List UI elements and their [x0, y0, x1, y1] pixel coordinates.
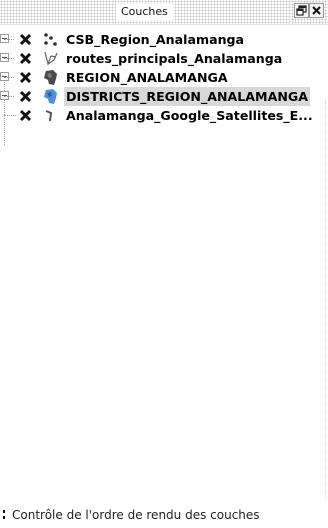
tree-connector	[4, 39, 14, 40]
render-order-label: Contrôle de l'ordre de rendu des couches	[12, 508, 260, 522]
layer-label: DISTRICTS_REGION_ANALAMANGA	[64, 87, 310, 106]
close-icon[interactable]	[309, 3, 324, 18]
tree-connector	[4, 77, 14, 78]
layer-visibility-checkbox[interactable]	[18, 108, 33, 123]
render-order-control[interactable]: Contrôle de l'ordre de rendu des couches	[0, 503, 328, 528]
raster-layer-icon	[45, 110, 53, 122]
layer-row[interactable]: routes_principals_Analamanga	[0, 49, 324, 68]
layer-row[interactable]: CSB_Region_Analamanga	[0, 30, 324, 49]
float-window-icon[interactable]	[294, 3, 309, 18]
tree-connector	[4, 58, 14, 59]
layer-label: Analamanga_Google_Satellites_E...	[66, 108, 313, 123]
tree-connector	[4, 115, 16, 116]
render-order-checkbox[interactable]	[2, 509, 8, 521]
polygon-layer-icon	[44, 70, 57, 85]
polygon-layer-icon	[44, 89, 57, 104]
layer-label: routes_principals_Analamanga	[66, 51, 283, 66]
layers-panel: Couches CSB_Region_Analamanga routes_pri…	[0, 0, 328, 528]
layer-visibility-checkbox[interactable]	[18, 70, 33, 85]
layer-label: CSB_Region_Analamanga	[66, 32, 245, 47]
panel-divider	[325, 100, 326, 500]
panel-title: Couches	[116, 4, 173, 20]
layer-visibility-checkbox[interactable]	[18, 51, 33, 66]
point-layer-icon	[44, 33, 57, 46]
layer-label: REGION_ANALAMANGA	[66, 70, 228, 85]
layer-visibility-checkbox[interactable]	[18, 89, 33, 104]
layer-row[interactable]: REGION_ANALAMANGA	[0, 68, 324, 87]
layer-visibility-checkbox[interactable]	[18, 32, 33, 47]
tree-connector	[4, 96, 14, 97]
layer-row[interactable]: DISTRICTS_REGION_ANALAMANGA	[0, 87, 324, 106]
layer-row[interactable]: Analamanga_Google_Satellites_E...	[0, 106, 324, 125]
line-layer-icon	[44, 51, 58, 67]
panel-titlebar[interactable]: Couches	[0, 0, 328, 25]
